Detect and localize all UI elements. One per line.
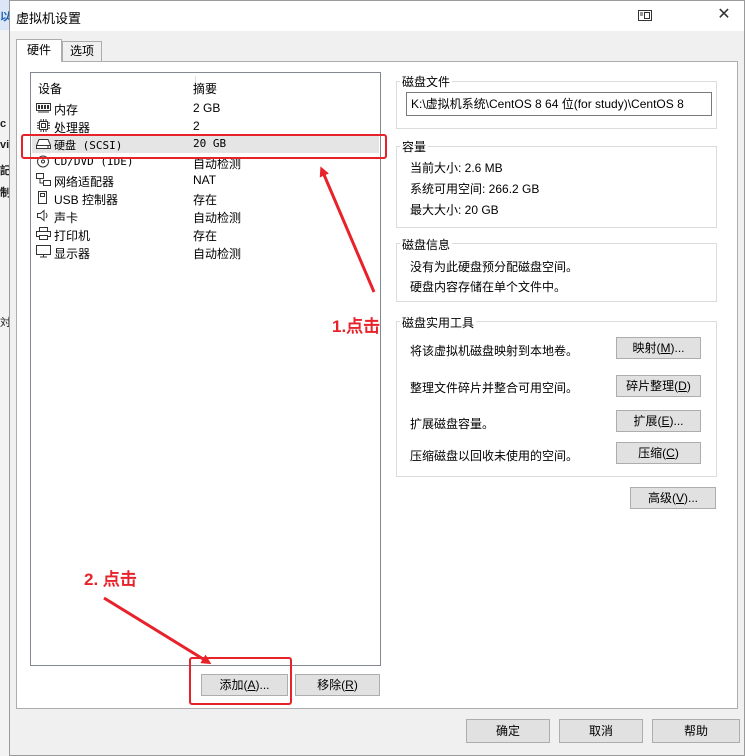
annotation-step-1: 1.点击	[332, 317, 381, 336]
arrow-to-hard-disk	[319, 166, 376, 293]
annotation-arrows	[103, 166, 376, 665]
annotation-step-2: 2. 点击	[84, 570, 137, 589]
tab-hardware[interactable]: 硬件	[16, 39, 62, 62]
arrow-to-add-button	[103, 596, 212, 665]
